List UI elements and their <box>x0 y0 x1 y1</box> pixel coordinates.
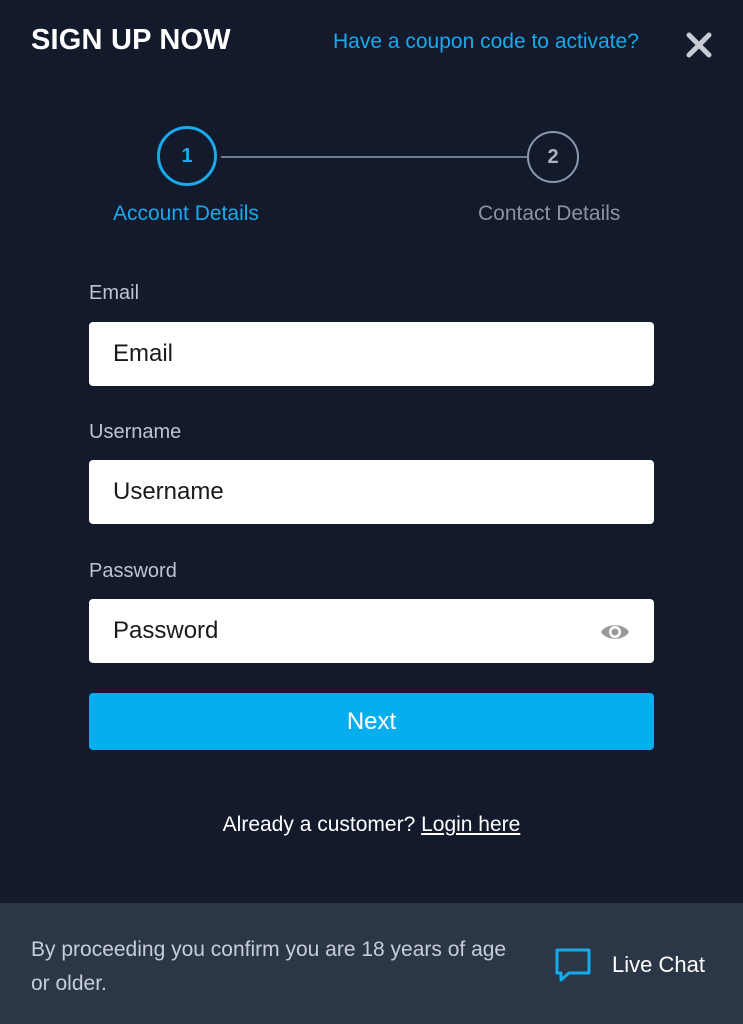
email-label: Email <box>89 282 140 304</box>
password-label: Password <box>89 560 177 582</box>
age-disclaimer: By proceeding you confirm you are 18 yea… <box>31 938 507 995</box>
next-button[interactable]: Next <box>89 693 654 750</box>
username-label: Username <box>89 421 182 443</box>
login-link[interactable]: Login here <box>421 813 520 836</box>
step-2-label: Contact Details <box>478 202 621 225</box>
step-1-indicator: 1 <box>157 126 217 186</box>
email-field[interactable] <box>89 322 654 386</box>
login-prompt-row: Already a customer? Login here <box>0 813 743 837</box>
coupon-link[interactable]: Have a coupon code to activate? <box>333 30 639 54</box>
password-field[interactable] <box>89 599 654 663</box>
step-2-indicator: 2 <box>527 131 579 183</box>
modal-footer: By proceeding you confirm you are 18 yea… <box>0 903 743 1024</box>
step-1-label: Account Details <box>113 202 259 225</box>
close-icon[interactable] <box>684 30 714 60</box>
stepper-connector <box>221 156 527 158</box>
username-field[interactable] <box>89 460 654 524</box>
live-chat-label: Live Chat <box>612 952 705 977</box>
modal-title: SIGN UP NOW <box>31 24 231 56</box>
eye-icon[interactable] <box>599 620 631 644</box>
signup-stepper: 1 2 Account Details Contact Details <box>0 118 743 238</box>
modal-header: SIGN UP NOW Have a coupon code to activa… <box>0 0 743 88</box>
signup-modal: SIGN UP NOW Have a coupon code to activa… <box>0 0 743 1024</box>
login-prompt: Already a customer? <box>222 813 416 836</box>
chat-bubble-icon <box>555 948 591 982</box>
live-chat-button[interactable]: Live Chat <box>553 945 705 985</box>
